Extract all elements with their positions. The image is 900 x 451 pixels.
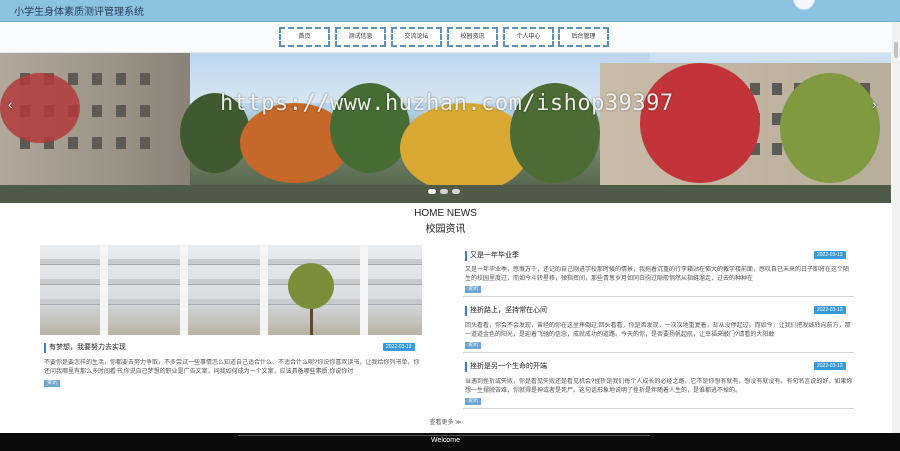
nav-campus-news[interactable]: 校园资讯 <box>447 27 498 47</box>
news-item-title[interactable]: 挫折路上，坚持常在心间 <box>465 306 547 316</box>
carousel-dot[interactable] <box>440 189 448 194</box>
featured-news-date: 2022-03-13 <box>383 343 415 351</box>
banner-ground <box>0 185 891 203</box>
section-title-en: HOME NEWS <box>414 208 477 219</box>
featured-news-tag: 资讯 <box>44 380 61 387</box>
footer-divider <box>238 435 650 436</box>
news-item-title[interactable]: 又是一年毕业季 <box>465 251 519 261</box>
nav-test-info[interactable]: 测试信息 <box>335 27 386 47</box>
green-tree <box>780 73 880 183</box>
section-title-cn: 校园资讯 <box>425 224 466 235</box>
view-more-link[interactable]: 查看更多 ≫ <box>0 417 891 426</box>
news-divider <box>463 352 854 353</box>
news-item-tag: 资讯 <box>465 398 482 405</box>
news-item-date: 2022-03-13 <box>814 306 846 314</box>
main-nav: 首页 测试信息 交流论坛 校园资讯 个人中心 后台管理 <box>0 22 900 53</box>
red-tree <box>640 63 760 183</box>
nav-forum[interactable]: 交流论坛 <box>391 27 442 47</box>
news-item-date: 2022-03-13 <box>814 362 846 370</box>
carousel-dot[interactable] <box>452 189 460 194</box>
footer: Welcome <box>0 433 900 451</box>
news-item-excerpt: 当遇到挫折或失败，你是看见失败还是看见机会?挫折是我们每个人成长的必经之路，它不… <box>465 379 853 394</box>
scrollbar-track[interactable] <box>892 22 900 433</box>
yellow-tree <box>400 103 530 193</box>
news-divider <box>463 296 854 297</box>
top-header-bar: 小学生身体素质测评管理系统 <box>0 0 900 22</box>
nav-home[interactable]: 首页 <box>279 27 330 47</box>
news-item-tag: 资讯 <box>465 286 482 293</box>
news-divider <box>463 408 854 409</box>
news-item-tag: 资讯 <box>465 342 482 349</box>
banner-carousel[interactable]: https://www.huzhan.com/ishop39397 ‹ › <box>0 53 891 203</box>
news-item-excerpt: 回头看看，你会不会发现，曾经的你在这里摔倒过;回头看看，你是否发现，一次次地重复… <box>465 323 851 338</box>
nav-personal-center[interactable]: 个人中心 <box>503 27 554 47</box>
banner-watermark: https://www.huzhan.com/ishop39397 <box>220 91 674 116</box>
scrollbar-thumb[interactable] <box>894 42 898 58</box>
user-avatar-icon[interactable] <box>793 0 815 10</box>
news-item-date: 2022-03-13 <box>814 251 846 259</box>
featured-news-image[interactable] <box>40 245 422 335</box>
carousel-prev-icon[interactable]: ‹ <box>8 96 13 112</box>
footer-welcome-text: Welcome <box>430 437 461 444</box>
nav-admin[interactable]: 后台管理 <box>558 27 609 47</box>
site-title: 小学生身体素质测评管理系统 <box>14 7 144 18</box>
carousel-dot[interactable] <box>428 189 436 194</box>
featured-news-title[interactable]: 有梦想，我要努力去实现 <box>44 343 126 353</box>
featured-news-excerpt: 不要你是要怎样的生活，你都要去努力争取，不多尝试一些事情怎么知道自己适合什么、不… <box>44 360 420 375</box>
carousel-next-icon[interactable]: › <box>872 96 877 112</box>
news-item-excerpt: 又是一年毕业季，感慨万千，还记的自己刚进学校那时候的情景，我拖着沉重的行李箱站在… <box>465 267 850 282</box>
news-item-title[interactable]: 挫折是另一个生命的开端 <box>465 362 547 372</box>
